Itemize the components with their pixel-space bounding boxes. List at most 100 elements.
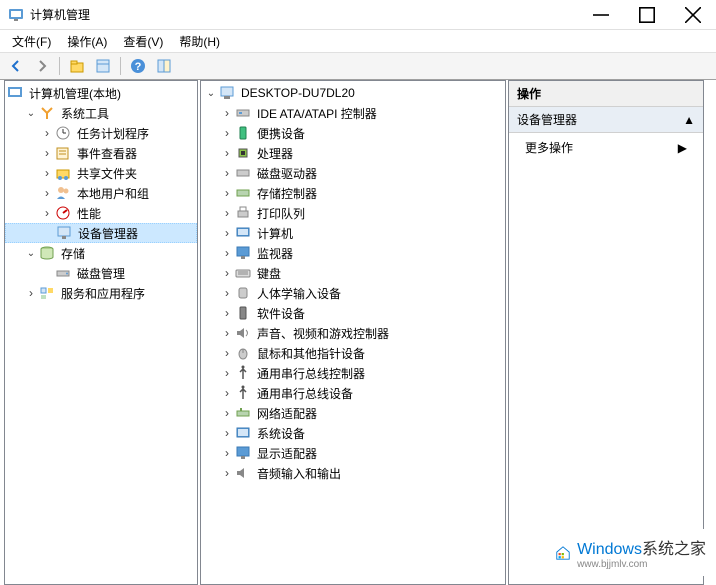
window-title: 计算机管理: [30, 6, 578, 23]
device-hid[interactable]: 人体学输入设备: [201, 283, 505, 303]
expand-icon[interactable]: [219, 266, 235, 280]
actions-subheader[interactable]: 设备管理器 ▲: [509, 107, 703, 133]
left-tree-panel: 计算机管理(本地) 系统工具 任务计划程序 事件查看器 共享文件夹: [4, 80, 198, 585]
expand-icon[interactable]: [219, 286, 235, 300]
device-processors[interactable]: 处理器: [201, 143, 505, 163]
device-computer[interactable]: 计算机: [201, 223, 505, 243]
actions-panel: 操作 设备管理器 ▲ 更多操作 ▶: [508, 80, 704, 585]
device-usb-dev[interactable]: 通用串行总线设备: [201, 383, 505, 403]
disk-drive-icon: [235, 165, 251, 181]
expand-icon[interactable]: [219, 326, 235, 340]
device-software[interactable]: 软件设备: [201, 303, 505, 323]
device-mice[interactable]: 鼠标和其他指针设备: [201, 343, 505, 363]
expand-icon[interactable]: [219, 426, 235, 440]
pc-icon: [235, 225, 251, 241]
menu-action[interactable]: 操作(A): [59, 31, 115, 52]
device-root[interactable]: DESKTOP-DU7DL20: [201, 83, 505, 103]
expand-icon[interactable]: [39, 126, 55, 140]
actions-header: 操作: [509, 81, 703, 107]
tree-root-computer-mgmt[interactable]: 计算机管理(本地): [5, 83, 197, 103]
expand-icon[interactable]: [219, 126, 235, 140]
expand-icon[interactable]: [203, 88, 219, 99]
expand-icon[interactable]: [219, 106, 235, 120]
software-icon: [235, 305, 251, 321]
menu-file[interactable]: 文件(F): [4, 31, 59, 52]
menu-help[interactable]: 帮助(H): [171, 31, 228, 52]
tree-task-scheduler[interactable]: 任务计划程序: [5, 123, 197, 143]
properties-button[interactable]: [91, 55, 115, 77]
device-keyboards[interactable]: 键盘: [201, 263, 505, 283]
device-audio-io[interactable]: 音频输入和输出: [201, 463, 505, 483]
show-hide-button[interactable]: [152, 55, 176, 77]
expand-icon[interactable]: [23, 108, 39, 119]
device-ide-atapi[interactable]: IDE ATA/ATAPI 控制器: [201, 103, 505, 123]
tree-performance[interactable]: 性能: [5, 203, 197, 223]
device-print-queues[interactable]: 打印队列: [201, 203, 505, 223]
monitor-icon: [235, 245, 251, 261]
hid-icon: [235, 285, 251, 301]
device-network[interactable]: 网络适配器: [201, 403, 505, 423]
event-icon: [55, 145, 71, 161]
expand-icon[interactable]: [219, 346, 235, 360]
menubar: 文件(F) 操作(A) 查看(V) 帮助(H): [0, 30, 716, 52]
device-mgr-icon: [56, 225, 72, 241]
tree-local-users[interactable]: 本地用户和组: [5, 183, 197, 203]
device-storage-ctrl[interactable]: 存储控制器: [201, 183, 505, 203]
expand-icon[interactable]: [219, 306, 235, 320]
close-button[interactable]: [670, 0, 716, 30]
expand-icon[interactable]: [219, 406, 235, 420]
help-button[interactable]: ?: [126, 55, 150, 77]
mouse-icon: [235, 345, 251, 361]
expand-icon[interactable]: [219, 386, 235, 400]
content-area: 计算机管理(本地) 系统工具 任务计划程序 事件查看器 共享文件夹: [0, 80, 716, 585]
device-usb-ctrl[interactable]: 通用串行总线控制器: [201, 363, 505, 383]
expand-icon[interactable]: [39, 166, 55, 180]
device-monitors[interactable]: 监视器: [201, 243, 505, 263]
tree-disk-management[interactable]: 磁盘管理: [5, 263, 197, 283]
expand-icon[interactable]: [219, 166, 235, 180]
tree-system-tools[interactable]: 系统工具: [5, 103, 197, 123]
minimize-button[interactable]: [578, 0, 624, 30]
device-display[interactable]: 显示适配器: [201, 443, 505, 463]
audio-io-icon: [235, 465, 251, 481]
forward-button[interactable]: [30, 55, 54, 77]
expand-icon[interactable]: [219, 366, 235, 380]
app-icon: [8, 7, 24, 23]
cpu-icon: [235, 145, 251, 161]
expand-icon[interactable]: [219, 466, 235, 480]
tree-services-apps[interactable]: 服务和应用程序: [5, 283, 197, 303]
storage-icon: [39, 245, 55, 261]
expand-icon[interactable]: [23, 248, 39, 259]
expand-icon[interactable]: [219, 146, 235, 160]
chevron-right-icon: ▶: [678, 141, 687, 155]
tree-storage[interactable]: 存储: [5, 243, 197, 263]
tree-event-viewer[interactable]: 事件查看器: [5, 143, 197, 163]
expand-icon[interactable]: [219, 446, 235, 460]
menu-view[interactable]: 查看(V): [115, 31, 171, 52]
speaker-icon: [235, 325, 251, 341]
controller-icon: [235, 105, 251, 121]
device-system-dev[interactable]: 系统设备: [201, 423, 505, 443]
expand-icon[interactable]: [39, 146, 55, 160]
tree-shared-folders[interactable]: 共享文件夹: [5, 163, 197, 183]
left-tree: 计算机管理(本地) 系统工具 任务计划程序 事件查看器 共享文件夹: [5, 81, 197, 305]
expand-icon[interactable]: [23, 286, 39, 300]
expand-icon[interactable]: [39, 206, 55, 220]
actions-more[interactable]: 更多操作 ▶: [509, 133, 703, 162]
system-dev-icon: [235, 425, 251, 441]
up-button[interactable]: [65, 55, 89, 77]
tree-device-manager[interactable]: 设备管理器: [5, 223, 197, 243]
device-portable[interactable]: 便携设备: [201, 123, 505, 143]
device-tree-panel: DESKTOP-DU7DL20 IDE ATA/ATAPI 控制器 便携设备 处…: [200, 80, 506, 585]
disk-icon: [55, 265, 71, 281]
performance-icon: [55, 205, 71, 221]
expand-icon[interactable]: [219, 186, 235, 200]
expand-icon[interactable]: [219, 246, 235, 260]
device-audio-video[interactable]: 声音、视频和游戏控制器: [201, 323, 505, 343]
device-disk-drives[interactable]: 磁盘驱动器: [201, 163, 505, 183]
expand-icon[interactable]: [219, 226, 235, 240]
expand-icon[interactable]: [219, 206, 235, 220]
maximize-button[interactable]: [624, 0, 670, 30]
expand-icon[interactable]: [39, 186, 55, 200]
back-button[interactable]: [4, 55, 28, 77]
